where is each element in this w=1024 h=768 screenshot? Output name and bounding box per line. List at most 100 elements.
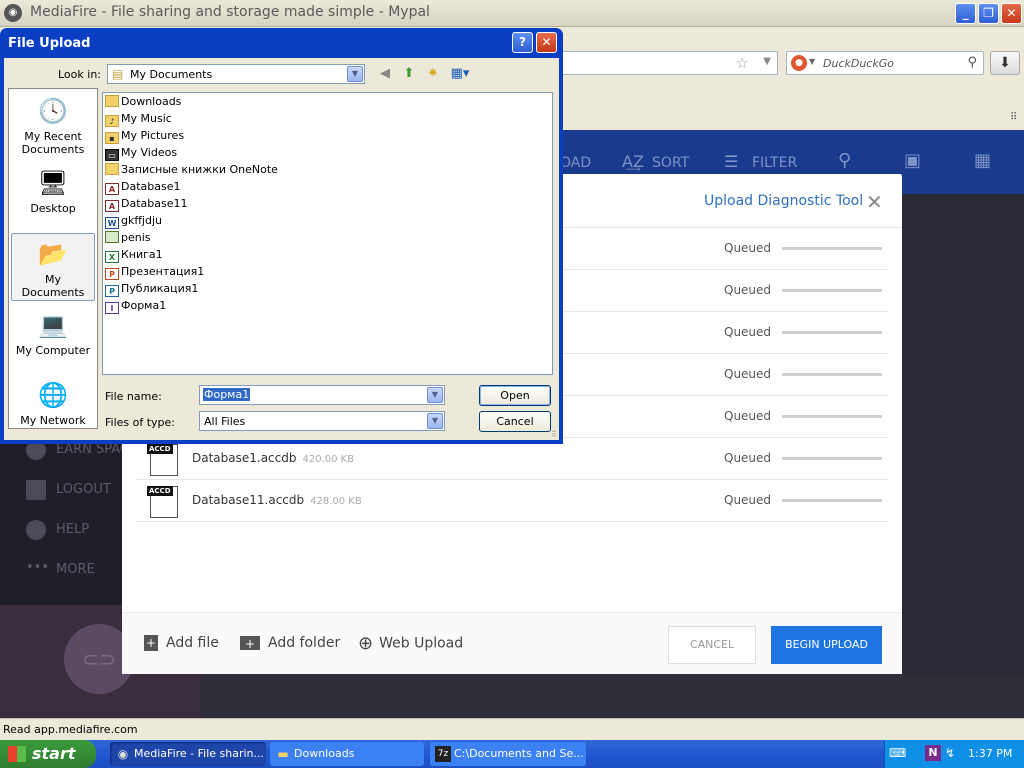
list-item[interactable]: ♪ My Music [105,112,172,129]
list-item[interactable]: penis [105,231,151,248]
filter-button[interactable]: FILTER [752,155,797,171]
add-folder-button[interactable]: + Add folder [240,635,340,651]
file-size: 420.00 KB [302,454,355,465]
file-name: Database1 [121,180,181,193]
taskbar-item-mediafire[interactable]: ◉ MediaFire - File sharin... [110,742,266,766]
folder-icon [105,95,119,107]
search-icon[interactable]: ⚲ [838,150,851,171]
upload-row: ACCD Database11.accdb 428.00 KB Queued [136,480,888,522]
place-desktop[interactable]: 🖥 Desktop [11,167,95,215]
task-label: MediaFire - File sharin... [134,747,265,760]
browser-status-bar: Read app.mediafire.com [0,718,1024,740]
dialog-close-button[interactable]: ✕ [536,32,557,53]
cancel-button[interactable]: Cancel [479,411,551,432]
sidebar-item-earn-space[interactable]: EARN SPAC [56,442,129,457]
list-item[interactable]: I Форма1 [105,299,166,316]
search-icon[interactable]: ⚲ [967,55,977,70]
look-in-dropdown[interactable]: ▤ My Documents ▼ [107,64,365,84]
upload-status: Queued [724,451,772,465]
list-item[interactable]: A Database1 [105,180,181,197]
list-item[interactable]: Записные книжки OneNote [105,163,278,180]
place-my-recent-documents[interactable]: 🕓 My Recent Documents [11,95,95,156]
file-type-tag: ACCD [147,486,173,496]
file-name-field[interactable]: Форма1 ▼ [199,385,445,405]
filter-icon[interactable]: ☰ [724,152,738,171]
open-button[interactable]: Open [479,385,551,406]
url-bar[interactable]: ☆ ▼ [560,51,778,75]
network-tray-icon[interactable]: ↯ [945,746,955,760]
file-name: Форма1 [121,299,167,312]
upload-file-name: Database1.accdb 420.00 KB [192,451,354,465]
bookmark-star-icon[interactable]: ☆ [736,54,749,72]
search-engine-dropdown-icon[interactable]: ▼ [809,57,815,66]
list-item[interactable]: P Публикация1 [105,282,198,299]
file-type-dropdown[interactable]: All Files ▼ [199,411,445,431]
taskbar-item-7zip[interactable]: 7z C:\Documents and Se... [430,742,586,766]
place-label: My Documents [21,273,85,299]
browser-title: MediaFire - File sharing and storage mad… [30,4,430,20]
help-button[interactable]: ? [512,32,533,53]
task-label: Downloads [294,747,355,760]
begin-upload-button[interactable]: BEGIN UPLOAD [771,626,882,664]
taskbar-item-downloads[interactable]: ▬ Downloads [270,742,424,766]
list-item[interactable]: Downloads [105,95,181,112]
grid-view-icon[interactable]: ▦ [974,150,991,171]
list-item[interactable]: P Презентация1 [105,265,204,282]
cancel-upload-button[interactable]: CANCEL [668,626,756,664]
sort-icon[interactable]: A͢Z [622,152,644,171]
chevron-down-icon[interactable]: ▼ [427,413,443,429]
views-menu-icon[interactable]: ▦▾ [448,66,472,82]
new-folder-icon[interactable]: ▣ [904,150,921,171]
sidebar-item-more[interactable]: MORE [56,562,95,577]
web-upload-label: Web Upload [379,635,464,652]
list-item[interactable]: ▪ My Pictures [105,129,184,146]
onenote-icon[interactable]: N [925,745,941,761]
grip-icon: ⠿ [1010,112,1018,123]
more-icon: ••• [26,560,50,575]
upload-diagnostic-link[interactable]: Upload Diagnostic Tool [704,193,863,209]
add-file-button[interactable]: + Add file [144,635,219,651]
progress-bar [782,331,882,334]
file-name: Downloads [121,95,182,108]
resize-grip-icon[interactable]: ⠿ [551,430,557,439]
list-item[interactable]: A Database11 [105,197,187,214]
new-folder-icon[interactable]: ✷ [424,66,442,82]
file-name: Записные книжки OneNote [121,163,278,176]
file-upload-dialog: File Upload ? ✕ Look in: ▤ My Documents … [0,28,563,444]
close-icon[interactable]: ✕ [866,190,883,214]
file-type-value: All Files [204,415,246,428]
downloads-button[interactable]: ⬇ [990,51,1020,75]
file-list: Downloads ♪ My Music ▪ My Pictures ▭ My Vid… [102,92,553,375]
up-folder-icon[interactable]: ⬆ [400,66,418,82]
sidebar-item-help[interactable]: HELP [56,522,89,537]
upload-status: Queued [724,367,772,381]
list-item[interactable]: X Книга1 [105,248,163,265]
look-in-value: My Documents [130,68,213,81]
place-my-network[interactable]: 🌐 My Network [11,379,95,427]
progress-bar [782,457,882,460]
minimize-button[interactable]: _ [955,3,976,24]
seven-zip-icon: 7z [435,746,451,762]
sidebar-item-logout[interactable]: LOGOUT [56,482,111,497]
close-window-button[interactable]: ✕ [1001,3,1022,24]
place-my-documents[interactable]: 📂 My Documents [11,233,95,301]
url-dropdown-icon[interactable]: ▼ [763,56,771,67]
clock: 1:37 PM [968,747,1013,760]
sort-button[interactable]: SORT [652,155,689,171]
place-label: Desktop [30,202,76,215]
maximize-button[interactable]: ❐ [978,3,999,24]
music-folder-icon: ♪ [105,115,119,127]
list-item[interactable]: Wgkffjdju [105,214,162,231]
my-documents-icon: ▤ [112,67,124,81]
upload-label[interactable]: OAD [560,155,591,171]
duckduckgo-icon: ● [791,55,807,71]
chevron-down-icon[interactable]: ▼ [347,66,363,82]
place-my-computer[interactable]: 💻 My Computer [11,309,95,357]
chevron-down-icon[interactable]: ▼ [427,387,443,403]
list-item[interactable]: ▭ My Videos [105,146,177,163]
search-box[interactable]: ● ▼ DuckDuckGo ⚲ [786,51,984,75]
back-icon[interactable]: ◀ [376,66,394,82]
keyboard-icon[interactable]: ⌨ [889,746,906,760]
web-upload-button[interactable]: ⊕ Web Upload [358,633,463,654]
upload-modal-footer: + Add file + Add folder ⊕ Web Upload CANCEL… [122,612,902,674]
